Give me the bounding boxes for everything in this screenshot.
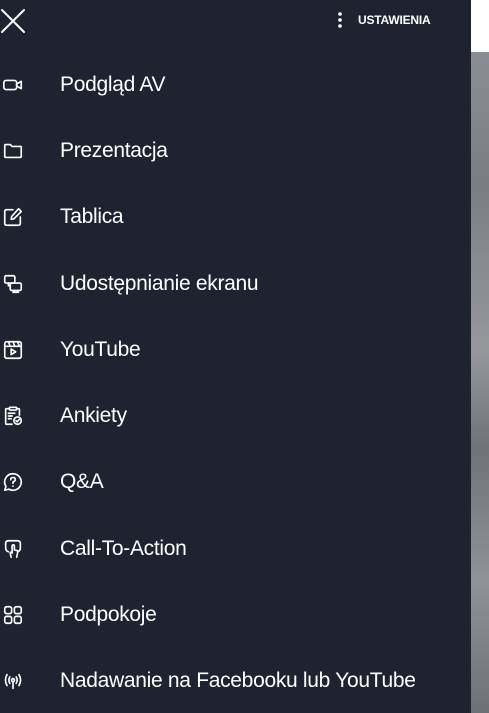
menu-item-label: Nadawanie na Facebooku lub YouTube bbox=[60, 669, 416, 692]
drawer-header: USTAWIENIA bbox=[0, 0, 471, 40]
menu-item-label: Call-To-Action bbox=[60, 537, 187, 560]
edit-icon bbox=[1, 205, 25, 229]
menu-item-label: Q&A bbox=[60, 470, 104, 493]
menu-item-polls[interactable]: Ankiety bbox=[0, 394, 471, 438]
menu-item-qa[interactable]: Q&A bbox=[0, 460, 471, 504]
menu-item-label: Udostępnianie ekranu bbox=[60, 272, 259, 295]
menu-item-breakout-rooms[interactable]: Podpokoje bbox=[0, 593, 471, 637]
more-vertical-icon bbox=[338, 12, 342, 28]
screen-share-icon bbox=[1, 272, 25, 296]
background-photo bbox=[471, 52, 489, 713]
menu-item-screen-share[interactable]: Udostępnianie ekranu bbox=[0, 262, 471, 306]
menu-item-label: Podpokoje bbox=[60, 603, 157, 626]
menu-item-call-to-action[interactable]: Call-To-Action bbox=[0, 527, 471, 571]
app-screen: USTAWIENIA Podgląd AV Prezentacja Tablic… bbox=[0, 0, 489, 713]
menu-item-whiteboard[interactable]: Tablica bbox=[0, 195, 471, 239]
menu-item-label: Ankiety bbox=[60, 404, 127, 427]
close-icon bbox=[1, 9, 25, 33]
broadcast-icon bbox=[1, 669, 25, 693]
settings-label: USTAWIENIA bbox=[358, 13, 431, 27]
close-button[interactable] bbox=[0, 8, 26, 34]
folder-icon bbox=[1, 139, 25, 163]
content-backdrop bbox=[471, 0, 489, 713]
menu-item-av-preview[interactable]: Podgląd AV bbox=[0, 63, 471, 107]
settings-button[interactable]: USTAWIENIA bbox=[334, 9, 431, 31]
menu-item-youtube[interactable]: YouTube bbox=[0, 328, 471, 372]
video-camera-icon bbox=[1, 73, 25, 97]
poll-clipboard-icon bbox=[1, 404, 25, 428]
menu-item-label: Tablica bbox=[60, 205, 124, 228]
menu-item-label: YouTube bbox=[60, 338, 141, 361]
grid-icon bbox=[1, 603, 25, 627]
side-drawer: USTAWIENIA Podgląd AV Prezentacja Tablic… bbox=[0, 0, 471, 713]
menu-item-presentation[interactable]: Prezentacja bbox=[0, 129, 471, 173]
menu-item-label: Podgląd AV bbox=[60, 73, 166, 96]
menu-item-broadcast[interactable]: Nadawanie na Facebooku lub YouTube bbox=[0, 659, 471, 703]
video-player-icon bbox=[1, 338, 25, 362]
touch-icon bbox=[1, 537, 25, 561]
menu-item-label: Prezentacja bbox=[60, 139, 168, 162]
question-bubble-icon bbox=[1, 470, 25, 494]
